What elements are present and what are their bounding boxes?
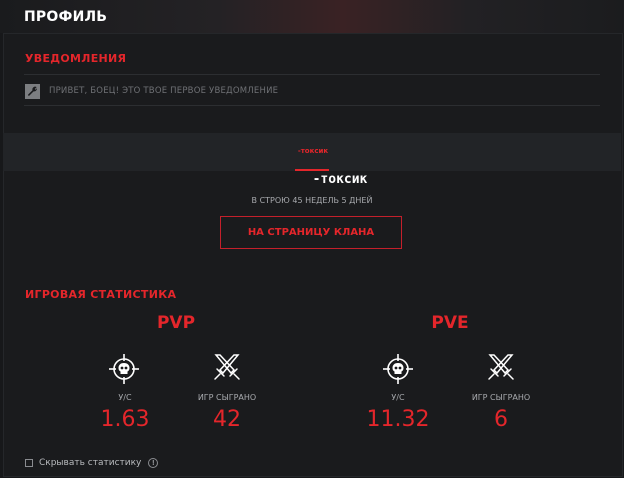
pve-games-value: 6 [494,407,508,432]
divider [24,74,600,75]
tab-profile[interactable]: -токсик [294,147,332,155]
page-title: ПРОФИЛЬ [24,9,108,25]
skull-crosshair-icon [383,354,413,384]
notifications-title: УВЕДОМЛЕНИЯ [25,52,127,65]
notification-text: ПРИВЕТ, БОЕЦ! ЭТО ТВОЕ ПЕРВОЕ УВЕДОМЛЕНИ… [49,86,279,96]
notification-item[interactable]: ПРИВЕТ, БОЕЦ! ЭТО ТВОЕ ПЕРВОЕ УВЕДОМЛЕНИ… [25,83,278,99]
divider [24,105,600,106]
skull-crosshair-icon [109,354,139,384]
pve-kd-label: У/С [391,393,405,402]
pve-kd-value: 11.32 [366,407,430,432]
active-tab-indicator [295,169,329,171]
pvp-games-label: ИГР СЫГРАНО [197,393,257,402]
crossed-swords-icon [488,354,514,380]
hide-stats-label: Скрывать статистику [39,458,142,468]
player-nickname: -токсик [312,172,368,187]
wrench-icon [25,83,40,99]
pve-title: PVE [431,313,469,333]
hide-stats-toggle[interactable]: Скрывать статистику ! [25,456,159,470]
stats-title: ИГРОВАЯ СТАТИСТИКА [25,288,177,301]
info-icon[interactable]: ! [148,458,159,468]
hide-stats-checkbox[interactable] [25,459,33,467]
pve-games-label: ИГР СЫГРАНО [471,393,531,402]
pvp-title: PVP [156,313,196,333]
service-time: В СТРОЮ 45 НЕДЕЛЬ 5 ДНЕЙ [251,196,373,205]
pvp-games-value: 42 [213,407,241,432]
crossed-swords-icon [214,354,240,380]
page-header: ПРОФИЛЬ [0,0,624,33]
clan-page-button[interactable]: НА СТРАНИЦУ КЛАНА [220,216,402,249]
